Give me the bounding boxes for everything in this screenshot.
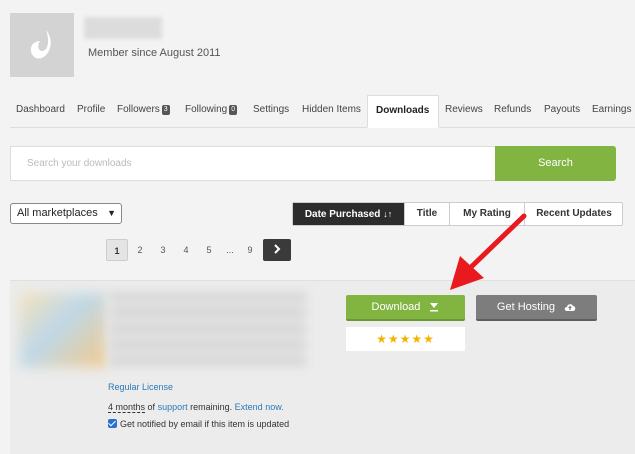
following-count-badge: 0 <box>229 105 238 115</box>
tab-label: Followers <box>117 104 160 115</box>
tab-settings[interactable]: Settings <box>247 95 295 127</box>
tab-hidden-items[interactable]: Hidden Items <box>296 95 367 127</box>
username-redacted <box>84 17 162 39</box>
item-thumbnail[interactable] <box>20 293 106 367</box>
item-details-redacted <box>110 293 306 367</box>
envato-leaf-icon <box>30 30 51 59</box>
tab-label: Downloads <box>376 105 430 116</box>
member-since: Member since August 2011 <box>88 47 221 59</box>
support-status: 4 months of support remaining. Extend no… <box>108 402 284 413</box>
tab-refunds[interactable]: Refunds <box>488 95 537 127</box>
tab-dashboard[interactable]: Dashboard <box>10 95 71 127</box>
sort-label: Date Purchased <box>304 209 381 220</box>
marketplace-selected-value: All marketplaces <box>17 207 98 219</box>
chevron-right-icon <box>274 244 281 254</box>
search-bar: Search <box>10 146 616 181</box>
page-1[interactable]: 1 <box>106 239 128 261</box>
search-button[interactable]: Search <box>495 146 616 181</box>
tab-payouts[interactable]: Payouts <box>538 95 586 127</box>
notify-option[interactable]: Get notified by email if this item is up… <box>108 419 289 429</box>
notify-label: Get notified by email if this item is up… <box>120 419 290 429</box>
sort-recent-updates[interactable]: Recent Updates <box>524 203 623 225</box>
download-item: Download Get Hosting ★★★★★ Regular Licen… <box>10 280 635 454</box>
support-remaining-text: remaining. <box>190 402 233 412</box>
support-link[interactable]: support <box>158 402 188 412</box>
page-ellipsis: ... <box>226 245 234 255</box>
tab-label: Dashboard <box>16 104 65 115</box>
tab-reviews[interactable]: Reviews <box>439 95 489 127</box>
chevron-down-icon: ▼ <box>107 208 116 218</box>
tab-label: Profile <box>77 104 106 115</box>
tab-label: Payouts <box>544 104 581 115</box>
tab-profile[interactable]: Profile <box>71 95 111 127</box>
sort-order-icon: ↓↑ <box>383 209 393 219</box>
tab-label: Settings <box>253 104 290 115</box>
page-9[interactable]: 9 <box>239 239 261 261</box>
extend-support-link[interactable]: Extend now. <box>235 402 284 412</box>
tab-label: Reviews <box>445 104 483 115</box>
rating-stars[interactable]: ★★★★★ <box>346 327 465 351</box>
page-2[interactable]: 2 <box>129 239 151 261</box>
search-input[interactable] <box>10 146 496 181</box>
support-duration: 4 months <box>108 402 146 413</box>
hosting-label: Get Hosting <box>496 301 556 313</box>
sort-label: Title <box>416 208 438 219</box>
tab-downloads[interactable]: Downloads <box>367 95 439 128</box>
notify-checkbox[interactable] <box>108 419 117 428</box>
page-4[interactable]: 4 <box>175 239 197 261</box>
tab-followers[interactable]: Followers 3 <box>111 95 176 127</box>
download-label: Download <box>371 301 421 313</box>
next-page-button[interactable] <box>263 239 291 261</box>
profile-tabs: Dashboard Profile Followers 3 Following 0 … <box>10 95 635 128</box>
tab-label: Refunds <box>494 104 532 115</box>
tab-label: Hidden Items <box>302 104 361 115</box>
sort-label: Recent Updates <box>536 208 612 219</box>
avatar[interactable] <box>10 13 74 77</box>
followers-count-badge: 3 <box>161 105 170 115</box>
download-icon <box>429 297 439 322</box>
tab-following[interactable]: Following 0 <box>179 95 243 127</box>
support-of-text: of <box>147 402 156 412</box>
tab-label: Following <box>185 104 228 115</box>
tab-label: Earnings <box>592 104 632 115</box>
cloud-upload-icon <box>564 297 576 322</box>
tab-earnings[interactable]: Earnings <box>586 95 631 127</box>
marketplace-select[interactable]: All marketplaces ▼ <box>10 203 122 224</box>
annotation-arrow-icon <box>450 213 527 290</box>
license-link[interactable]: Regular License <box>108 382 173 392</box>
sort-date-purchased[interactable]: Date Purchased ↓↑ <box>293 203 404 225</box>
page-5[interactable]: 5 <box>198 239 220 261</box>
page-3[interactable]: 3 <box>152 239 174 261</box>
